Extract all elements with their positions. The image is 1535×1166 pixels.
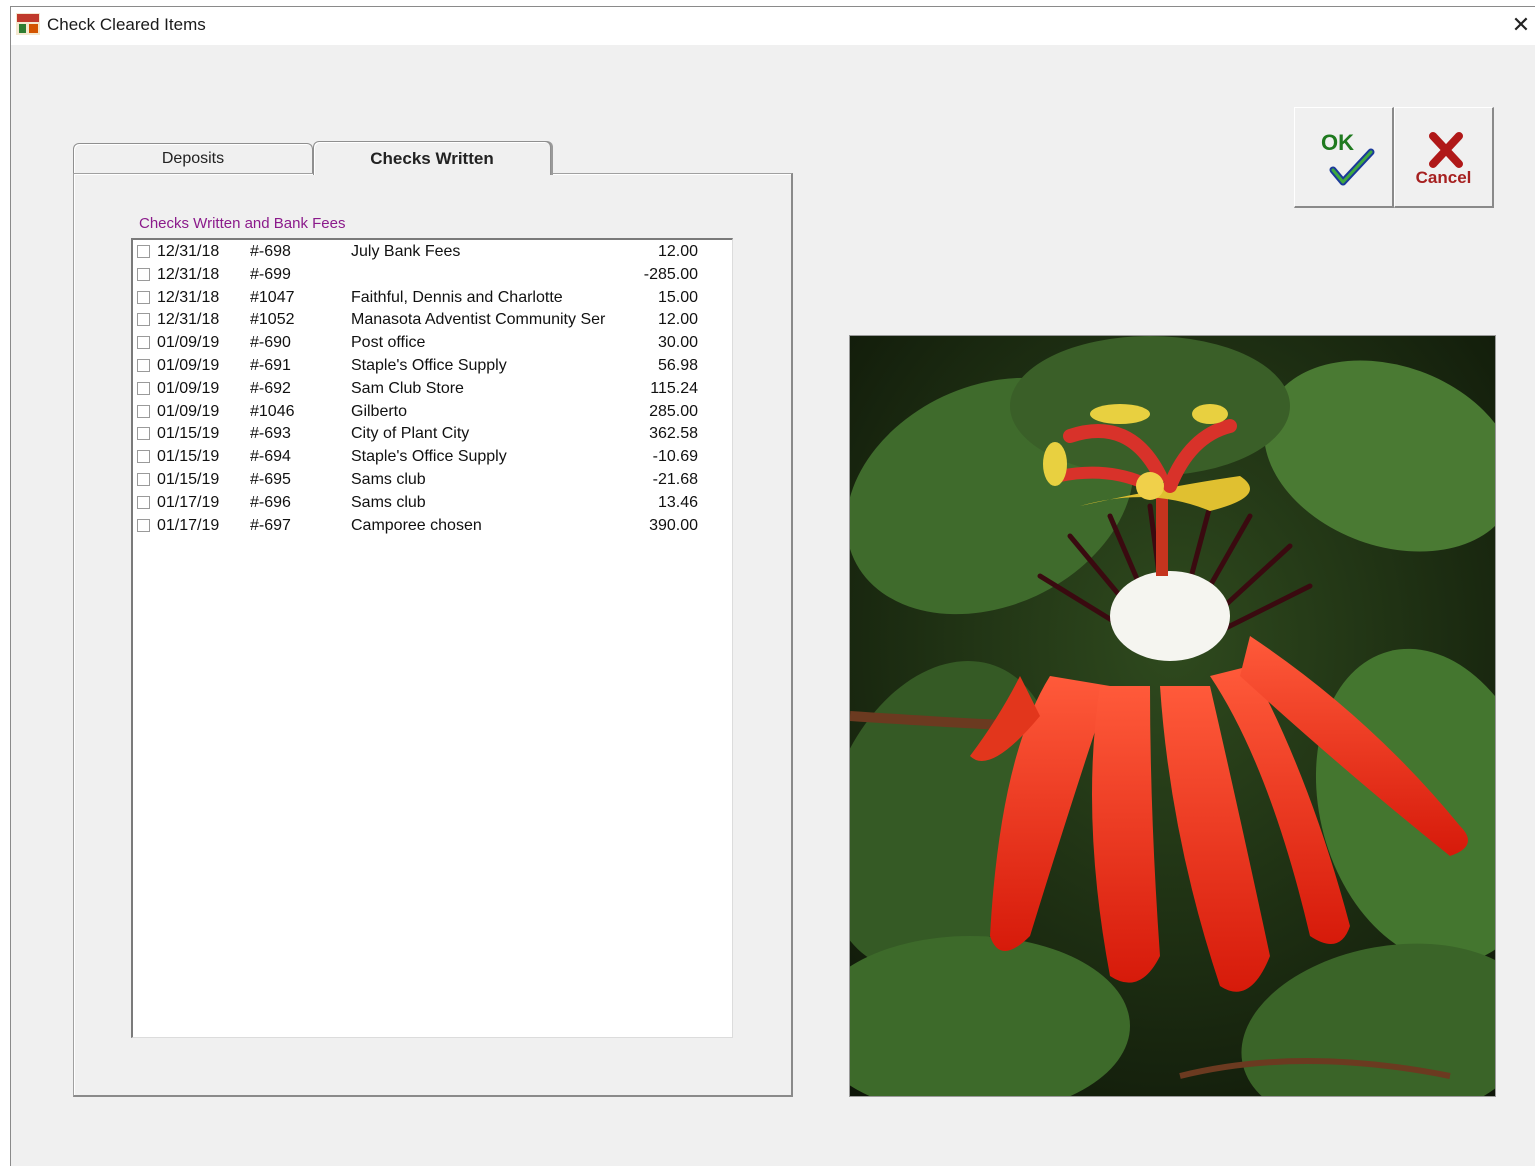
row-check-number: #-691 [250, 357, 291, 374]
row-payee: Sams club [351, 493, 426, 511]
row-amount: 12.00 [657, 243, 698, 260]
row-checkbox[interactable] [137, 495, 150, 509]
row-check-number: #-695 [250, 471, 291, 488]
row-payee: Sam Club Store [351, 379, 464, 397]
row-check-number: #1047 [250, 288, 295, 306]
row-check-number: #-697 [250, 516, 291, 534]
row-payee: Staple's Office Supply [351, 357, 507, 374]
row-check-number: #1052 [250, 311, 295, 329]
row-checkbox[interactable] [137, 359, 150, 372]
row-checkbox[interactable] [137, 427, 150, 441]
list-item[interactable]: 01/17/19 #-697 Camporee chosen 390.00 [133, 515, 732, 537]
row-amount: -21.68 [652, 471, 698, 488]
row-payee: City of Plant City [351, 425, 470, 443]
row-amount: 115.24 [650, 379, 698, 397]
row-check-number: #-692 [250, 379, 291, 397]
row-amount: -10.69 [652, 448, 698, 466]
row-amount: -285.00 [643, 265, 698, 283]
row-amount: 15.00 [657, 288, 698, 306]
row-check-number: #-694 [250, 448, 291, 466]
window-title: Check Cleared Items [47, 15, 206, 34]
cancel-button[interactable]: Cancel [1394, 107, 1494, 208]
row-check-number: #-699 [250, 265, 291, 283]
row-payee: Sams club [351, 471, 426, 488]
row-date: 01/17/19 [157, 493, 220, 511]
row-checkbox[interactable] [137, 267, 150, 281]
row-amount: 362.58 [649, 425, 698, 443]
ok-button[interactable]: OK [1294, 107, 1394, 208]
row-date: 12/31/18 [157, 288, 220, 306]
row-date: 12/31/18 [157, 311, 220, 329]
list-item[interactable]: 12/31/18 #1047 Faithful, Dennis and Charlo… [133, 287, 732, 309]
list-item[interactable]: 01/15/19 #-695 Sams club -21.68 [133, 469, 732, 491]
row-date: 01/17/19 [157, 516, 220, 534]
list-item[interactable]: 01/17/19 #-696 Sams club 13.46 [133, 492, 732, 514]
row-amount: 13.46 [657, 493, 698, 511]
list-item[interactable]: 01/09/19 #-692 Sam Club Store 115.24 [133, 378, 732, 400]
list-caption: Checks Written and Bank Fees [139, 215, 346, 232]
row-date: 12/31/18 [157, 243, 220, 260]
row-check-number: #-693 [250, 425, 291, 443]
list-item[interactable]: 01/09/19 #1046 Gilberto 285.00 [133, 401, 732, 423]
list-item[interactable]: 12/31/18 #-699 -285.00 [133, 264, 732, 286]
flower-photo [849, 335, 1496, 1097]
app-icon [16, 13, 40, 35]
row-payee: Gilberto [351, 402, 408, 420]
row-payee: Camporee chosen [351, 516, 482, 534]
row-date: 01/09/19 [157, 357, 220, 374]
tab-deposits[interactable]: Deposits [73, 143, 313, 174]
list-item[interactable]: 01/15/19 #-694 Staple's Office Supply -10.6… [133, 446, 732, 468]
row-amount: 12.00 [657, 311, 698, 329]
row-checkbox[interactable] [137, 336, 150, 350]
row-checkbox[interactable] [137, 518, 150, 532]
checks-written-panel: Checks Written and Bank Fees 12/31/18 #-6… [73, 173, 793, 1097]
list-item[interactable]: 01/09/19 #-691 Staple's Office Supply 56.98 [133, 355, 732, 377]
row-payee: Faithful, Dennis and Charlotte [351, 288, 563, 306]
tab-checks-written[interactable]: Checks Written [313, 141, 551, 175]
red-x-icon [1429, 132, 1463, 168]
title-bar: Check Cleared Items ✕ [11, 7, 1535, 45]
passion-flower-image [850, 336, 1495, 1096]
row-payee: July Bank Fees [351, 243, 461, 260]
row-payee: Manasota Adventist Community Ser [351, 311, 606, 329]
row-checkbox[interactable] [137, 290, 150, 304]
row-check-number: #1046 [250, 402, 295, 420]
row-checkbox[interactable] [137, 450, 150, 464]
list-item[interactable]: 01/15/19 #-693 City of Plant City 362.58 [133, 423, 732, 445]
row-date: 01/09/19 [157, 379, 220, 397]
close-icon[interactable]: ✕ [1509, 13, 1533, 37]
list-item[interactable]: 12/31/18 #-698 July Bank Fees 12.00 [133, 241, 732, 263]
checkmark-icon [1329, 148, 1375, 186]
row-date: 01/15/19 [157, 425, 220, 443]
row-amount: 56.98 [657, 357, 698, 374]
row-date: 01/09/19 [157, 402, 220, 420]
row-check-number: #-696 [250, 493, 291, 511]
row-amount: 285.00 [649, 402, 698, 420]
row-amount: 390.00 [649, 516, 698, 534]
row-check-number: #-690 [250, 334, 291, 352]
row-payee: Post office [351, 334, 426, 352]
list-item[interactable]: 12/31/18 #1052 Manasota Adventist Communit… [133, 309, 732, 331]
row-checkbox[interactable] [137, 404, 150, 418]
row-date: 01/15/19 [157, 471, 220, 488]
row-checkbox[interactable] [137, 381, 150, 395]
checks-listbox[interactable]: 12/31/18 #-698 July Bank Fees 12.00 12/31/18… [131, 238, 733, 1038]
row-checkbox[interactable] [137, 245, 150, 258]
list-item[interactable]: 01/09/19 #-690 Post office 30.00 [133, 332, 732, 354]
row-date: 12/31/18 [157, 265, 220, 283]
row-checkbox[interactable] [137, 313, 150, 327]
row-checkbox[interactable] [137, 473, 150, 486]
dialog-window: Check Cleared Items ✕ Deposits Checks Wr… [10, 6, 1535, 1166]
row-check-number: #-698 [250, 243, 291, 260]
row-date: 01/09/19 [157, 334, 220, 352]
row-amount: 30.00 [657, 334, 698, 352]
cancel-label: Cancel [1415, 168, 1472, 187]
row-date: 01/15/19 [157, 448, 220, 466]
row-payee: Staple's Office Supply [351, 448, 507, 466]
